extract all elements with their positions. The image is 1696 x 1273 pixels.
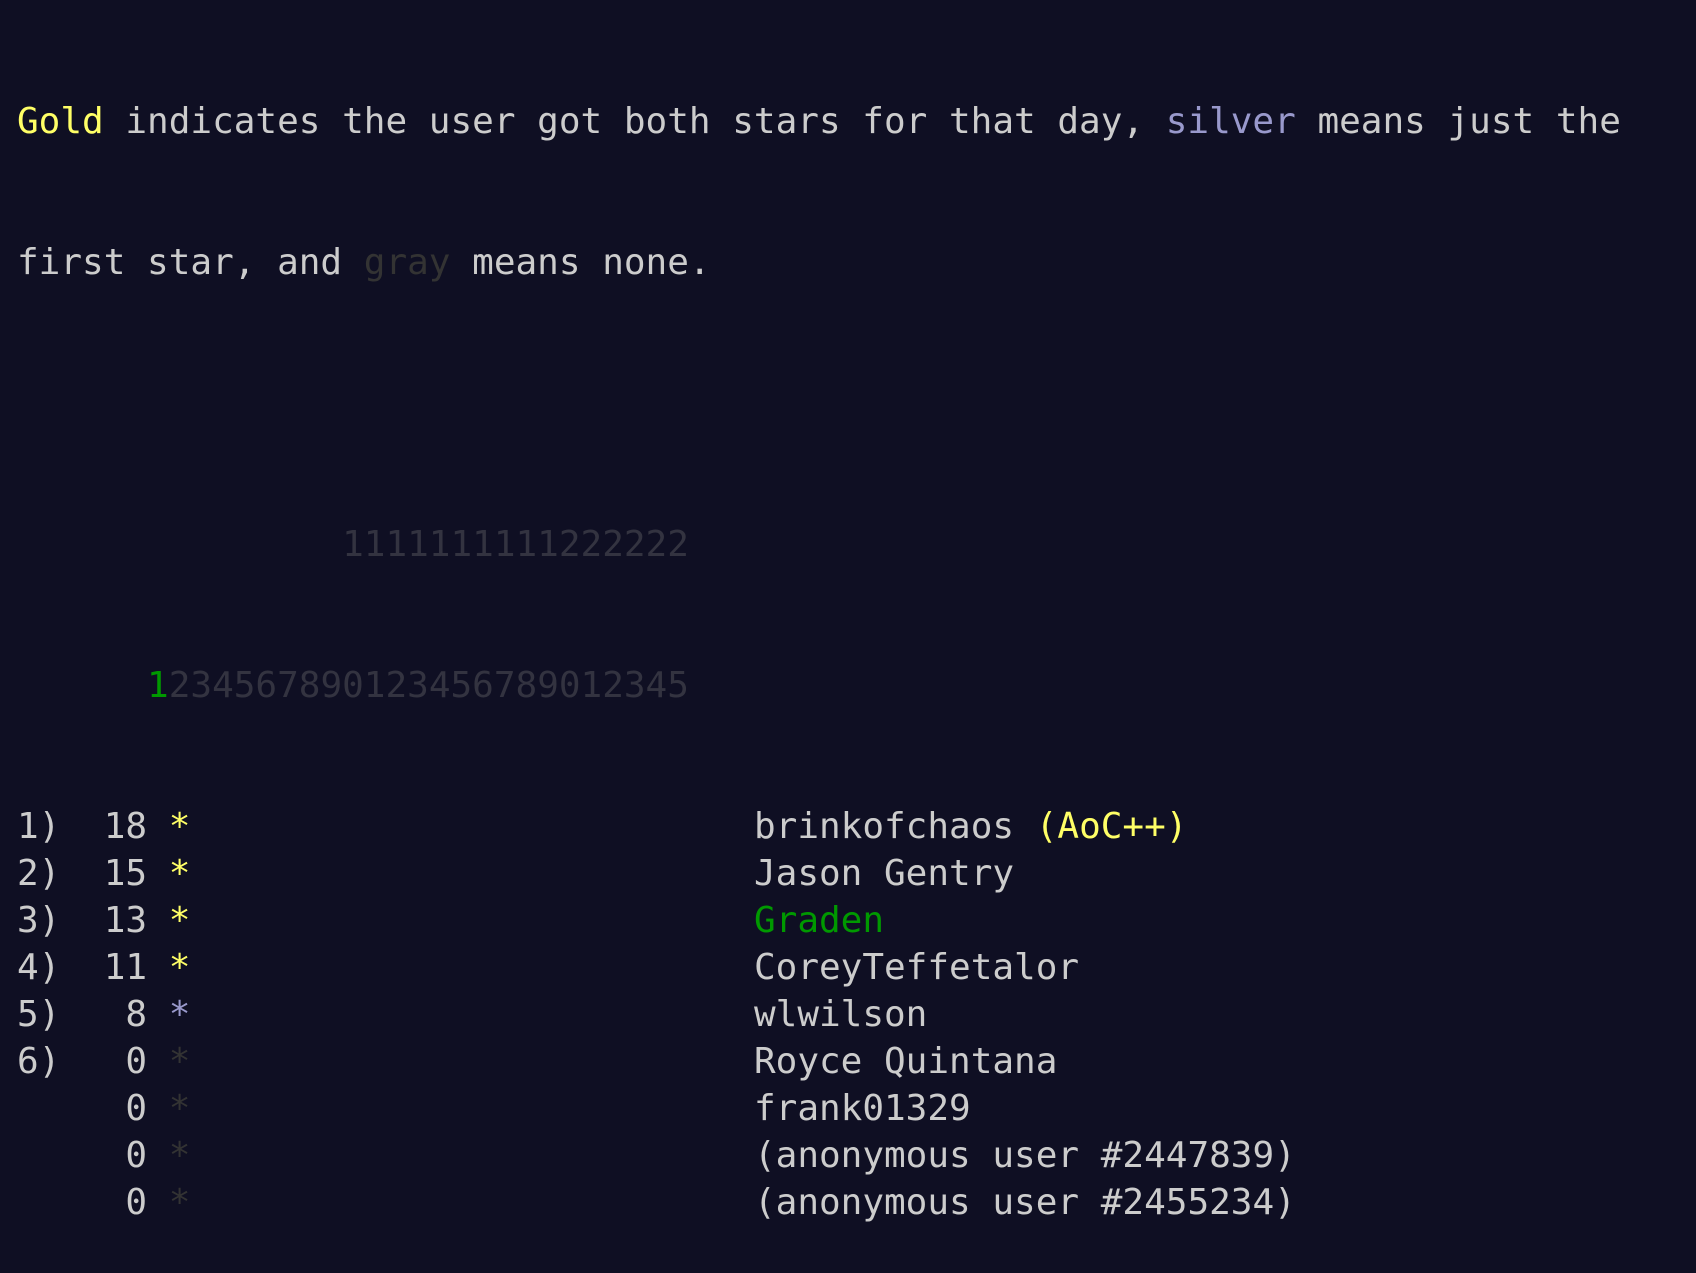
leaderboard-row: 6) 0 * Royce Quintana [17, 1038, 1696, 1085]
legend-text: first star, and [17, 242, 364, 283]
legend-line-1: Gold indicates the user got both stars f… [17, 98, 1696, 145]
score-value: 8 [60, 994, 148, 1035]
rank-label: 1) [17, 806, 61, 847]
user-name: Jason Gentry [753, 853, 1015, 894]
day-header-ones: 1234567890123456789012345 [17, 662, 1696, 709]
day-ones-digits: 234567890123456789012345 [168, 665, 689, 706]
leaderboard-page: Gold indicates the user got both stars f… [0, 0, 1696, 1273]
rank-label: 3) [17, 900, 61, 941]
day-tens-digits: 1111111111222222 [342, 524, 689, 565]
user-name: Royce Quintana [753, 1041, 1058, 1082]
leaderboard-row: 1) 18 * brinkofchaos (AoC++) [17, 803, 1696, 850]
leaderboard-row: 0 * (anonymous user #2447839) [17, 1132, 1696, 1179]
star-icon: * [168, 1041, 191, 1082]
user-name: brinkofchaos [753, 806, 1015, 847]
star-icon: * [168, 1182, 191, 1223]
legend-text: means just the [1295, 101, 1621, 142]
leaderboard-row: 5) 8 * wlwilson [17, 991, 1696, 1038]
rank-label: 4) [17, 947, 61, 988]
score-value: 13 [60, 900, 148, 941]
day-header-tens: 1111111111222222 [17, 521, 1696, 568]
score-value: 15 [60, 853, 148, 894]
rank-label [17, 1182, 60, 1223]
day-active-digit: 1 [147, 665, 169, 706]
rank-label: 2) [17, 853, 61, 894]
score-value: 18 [60, 806, 148, 847]
score-value: 0 [60, 1135, 148, 1176]
rank-label: 6) [17, 1041, 61, 1082]
leaderboard-row: 2) 15 * Jason Gentry [17, 850, 1696, 897]
leaderboard-row: 4) 11 * CoreyTeffetalor [17, 944, 1696, 991]
star-icon: * [168, 806, 191, 847]
star-icon: * [168, 853, 191, 894]
rank-label [17, 1088, 60, 1129]
star-icon: * [168, 994, 191, 1035]
silver-word: silver [1165, 101, 1296, 142]
star-icon: * [168, 900, 191, 941]
user-name: CoreyTeffetalor [753, 947, 1080, 988]
supporter-badge[interactable]: (AoC++) [1014, 806, 1188, 847]
user-name: (anonymous user #2447839) [753, 1135, 1296, 1176]
rank-label [17, 1135, 60, 1176]
star-icon: * [168, 1135, 191, 1176]
score-value: 0 [60, 1041, 148, 1082]
gold-word: Gold [17, 101, 104, 142]
rank-label: 5) [17, 994, 61, 1035]
legend-text: indicates the user got both stars for th… [103, 101, 1166, 142]
leaderboard-row: 0 * (anonymous user #2455234) [17, 1179, 1696, 1226]
gray-word: gray [363, 242, 451, 283]
score-value: 0 [60, 1182, 148, 1223]
leaderboard-row: 3) 13 * Graden [17, 897, 1696, 944]
star-icon: * [168, 947, 191, 988]
score-value: 0 [60, 1088, 148, 1129]
legend-line-2: first star, and gray means none. [17, 239, 1696, 286]
legend-text: means none. [450, 242, 711, 283]
score-value: 11 [60, 947, 148, 988]
user-name[interactable]: Graden [754, 900, 884, 941]
user-name: frank01329 [753, 1088, 971, 1129]
user-name: wlwilson [753, 994, 928, 1035]
leaderboard-row: 0 * frank01329 [17, 1085, 1696, 1132]
leaderboard-list: 1) 18 * brinkofchaos (AoC++) 2) 15 * Jaso… [17, 803, 1696, 1226]
user-name: (anonymous user #2455234) [753, 1182, 1296, 1223]
star-icon: * [168, 1088, 191, 1129]
